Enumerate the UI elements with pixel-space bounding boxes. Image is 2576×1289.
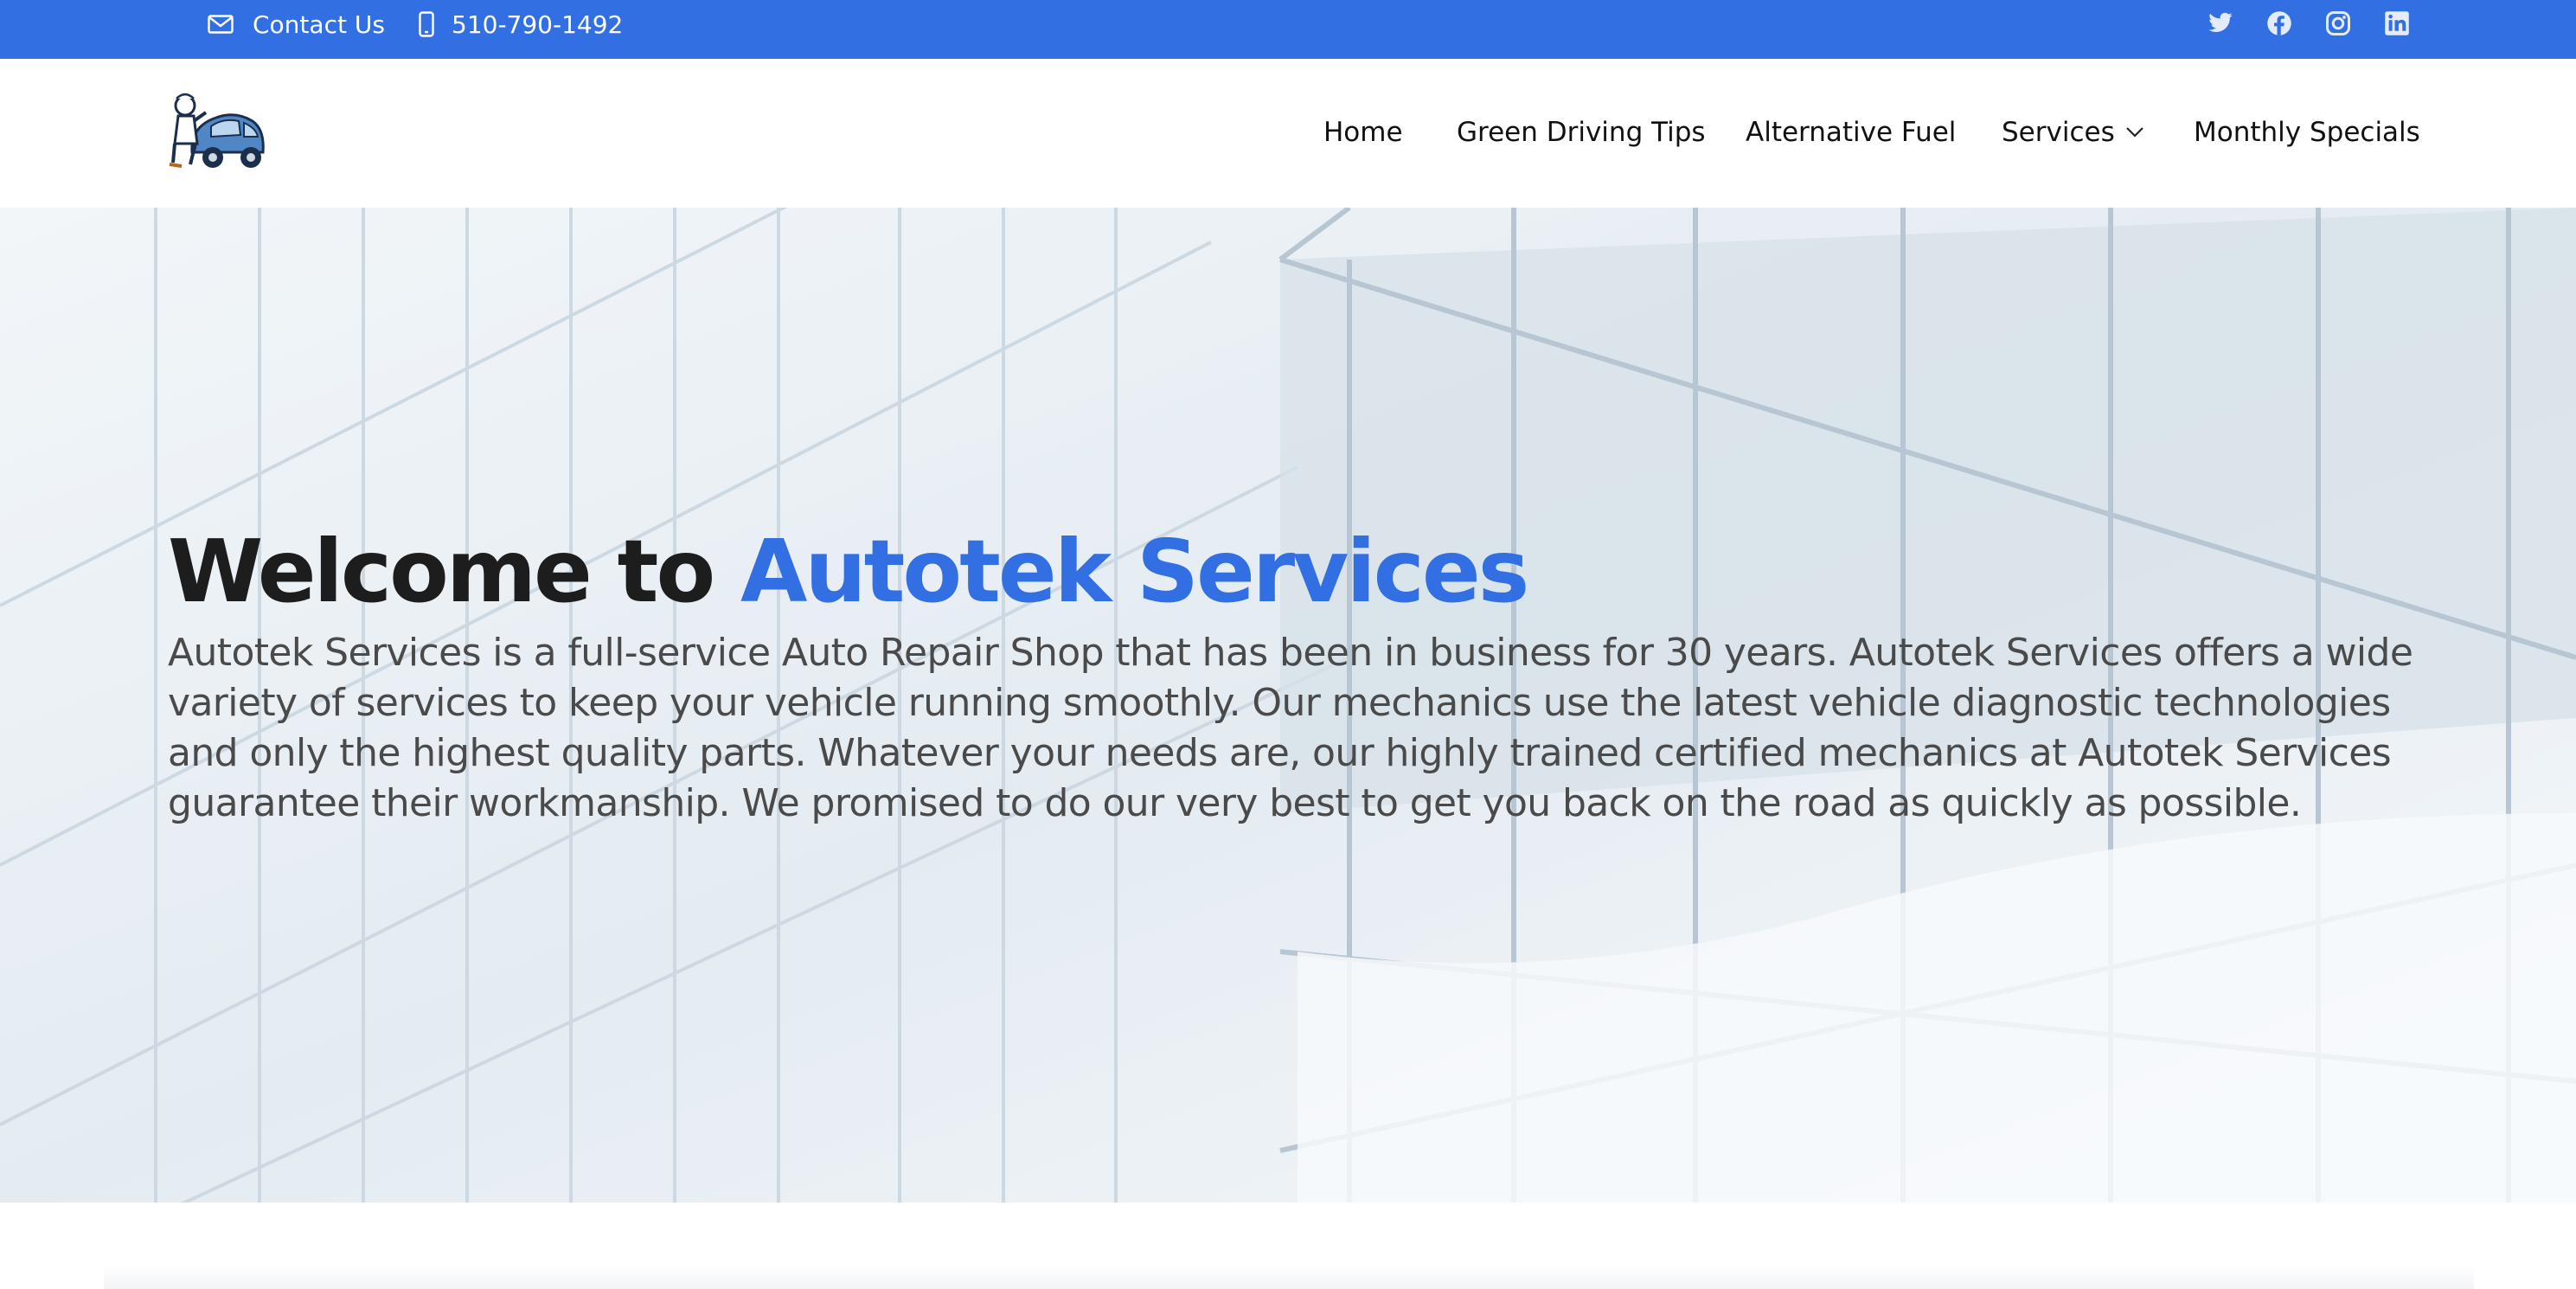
nav-home[interactable]: Home xyxy=(1323,111,1403,154)
hero-title-accent: Autotek Services xyxy=(740,521,1529,622)
hero-title-prefix: Welcome to xyxy=(168,521,715,622)
contact-us-label: Contact Us xyxy=(253,10,385,39)
nav-alternative-fuel[interactable]: Alternative Fuel xyxy=(1746,111,1956,154)
phone-link[interactable]: 510-790-1492 xyxy=(419,0,623,48)
linkedin-icon[interactable] xyxy=(2382,9,2412,38)
hero-section: Welcome to Autotek Services Autotek Serv… xyxy=(0,208,2576,1202)
nav-services[interactable]: Services xyxy=(2002,111,2144,154)
envelope-icon xyxy=(208,15,234,34)
chevron-down-icon xyxy=(2125,126,2144,138)
nav-services-label: Services xyxy=(2002,117,2115,148)
top-bar: Contact Us 510-790-1492 xyxy=(0,0,2576,59)
content-card-edge xyxy=(104,1265,2474,1289)
nav-monthly-specials[interactable]: Monthly Specials xyxy=(2194,111,2420,154)
mobile-phone-icon xyxy=(419,11,434,37)
site-header: Home Green Driving Tips Alternative Fuel… xyxy=(0,59,2576,208)
instagram-icon[interactable] xyxy=(2323,9,2353,38)
hero-description: Autotek Services is a full-service Auto … xyxy=(168,631,2413,825)
hero-title: Welcome to Autotek Services xyxy=(168,521,1529,622)
facebook-icon[interactable] xyxy=(2265,9,2294,38)
phone-number: 510-790-1492 xyxy=(452,10,624,39)
mechanic-car-logo-icon xyxy=(169,93,265,168)
twitter-icon[interactable] xyxy=(2206,9,2235,38)
nav-green-driving-tips[interactable]: Green Driving Tips xyxy=(1457,111,1706,154)
contact-us-link[interactable]: Contact Us xyxy=(208,0,385,48)
site-logo[interactable] xyxy=(166,92,268,175)
